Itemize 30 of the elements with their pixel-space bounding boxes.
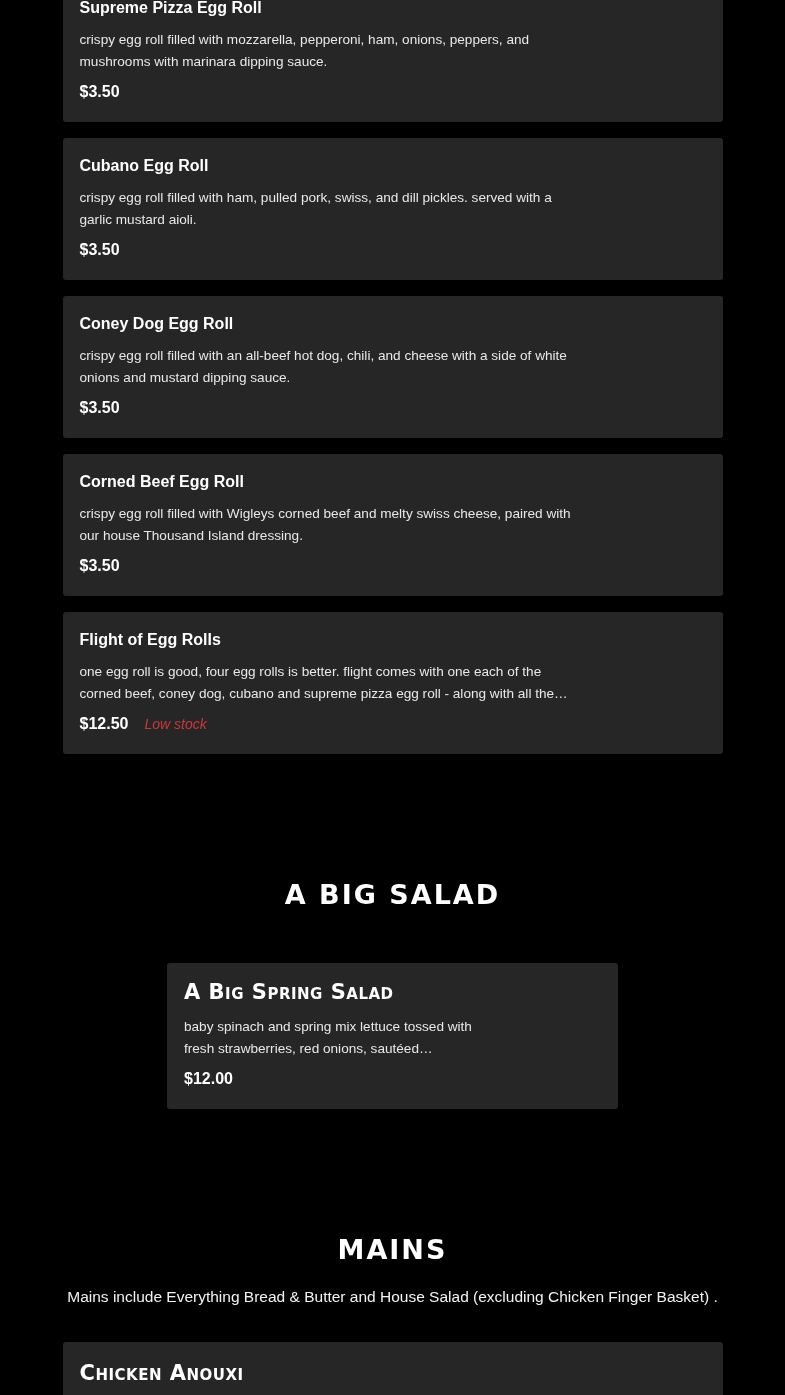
- item-price: $12.00: [184, 1069, 233, 1089]
- menu-item-card[interactable]: Corned Beef Egg Roll crispy egg roll filled with Wigleys corned beef and melty swiss cheese, paired with our house Thousand Island dressing. $3.50: [62, 454, 723, 596]
- section-note: Mains include Everything Bread & Butter and House Salad (excluding Chicken Finger Basket) .: [67, 1287, 718, 1307]
- item-price: $3.50: [79, 82, 120, 102]
- item-description: one egg roll is good, four egg rolls is better. flight comes with one each of the corned beef, coney dog, cubano and supreme pizza egg roll - along with all the…: [79, 663, 569, 703]
- item-name: Supreme Pizza Egg Roll: [79, 0, 263, 18]
- menu-item-card[interactable]: Cubano Egg Roll crispy egg roll filled with ham, pulled pork, swiss, and dill pickles. served with a garlic mustard aioli. $3.50: [62, 138, 723, 280]
- item-name: Cubano Egg Roll: [79, 156, 210, 176]
- item-description: crispy egg roll filled with an all-beef hot dog, chili, and cheese with a side of white onions and mustard dipping sauce.: [79, 347, 568, 387]
- item-price: $3.50: [79, 556, 120, 576]
- item-name: Flight of Egg Rolls: [79, 630, 222, 650]
- item-price: $3.50: [79, 240, 120, 260]
- item-name: Coney Dog Egg Roll: [79, 314, 235, 334]
- item-price: $12.50: [79, 714, 129, 734]
- menu-item-card[interactable]: Chicken Anouxi: [62, 1342, 723, 1395]
- item-name: A Big Spring Salad: [184, 979, 395, 1005]
- item-price: $3.50: [79, 398, 120, 418]
- item-description: crispy egg roll filled with mozzarella, pepperoni, ham, onions, peppers, and mushrooms with marinara dipping sauce.: [79, 31, 531, 71]
- item-description: crispy egg roll filled with Wigleys corned beef and melty swiss cheese, paired with our house Thousand Island dressing.: [79, 505, 572, 545]
- item-description: crispy egg roll filled with ham, pulled pork, swiss, and dill pickles. served with a garlic mustard aioli.: [79, 189, 553, 229]
- item-description: baby spinach and spring mix lettuce tossed with fresh strawberries, red onions, sautéed…: [184, 1018, 473, 1058]
- stock-note: Low stock: [144, 716, 207, 732]
- menu-item-card[interactable]: Flight of Egg Rolls one egg roll is good, four egg rolls is better. flight comes with one each of the corned beef, coney dog, cubano and supreme pizza egg roll - along with all the… $12.50 Low stock: [62, 612, 723, 754]
- menu-item-card[interactable]: Coney Dog Egg Roll crispy egg roll filled with an all-beef hot dog, chili, and cheese with a side of white onions and mustard dipping sauce. $3.50: [62, 296, 723, 438]
- section-heading: MAINS: [337, 1233, 448, 1267]
- menu-item-card[interactable]: A Big Spring Salad baby spinach and spring mix lettuce tossed with fresh strawberries, red onions, sautéed… $12.00: [167, 963, 618, 1109]
- section-heading: A BIG SALAD: [284, 878, 501, 912]
- item-name: Corned Beef Egg Roll: [79, 472, 245, 492]
- menu-item-card[interactable]: Supreme Pizza Egg Roll crispy egg roll filled with mozzarella, pepperoni, ham, onions, peppers, and mushrooms with marinara dipping sauce. $3.50: [62, 0, 723, 122]
- item-name: Chicken Anouxi: [79, 1360, 245, 1386]
